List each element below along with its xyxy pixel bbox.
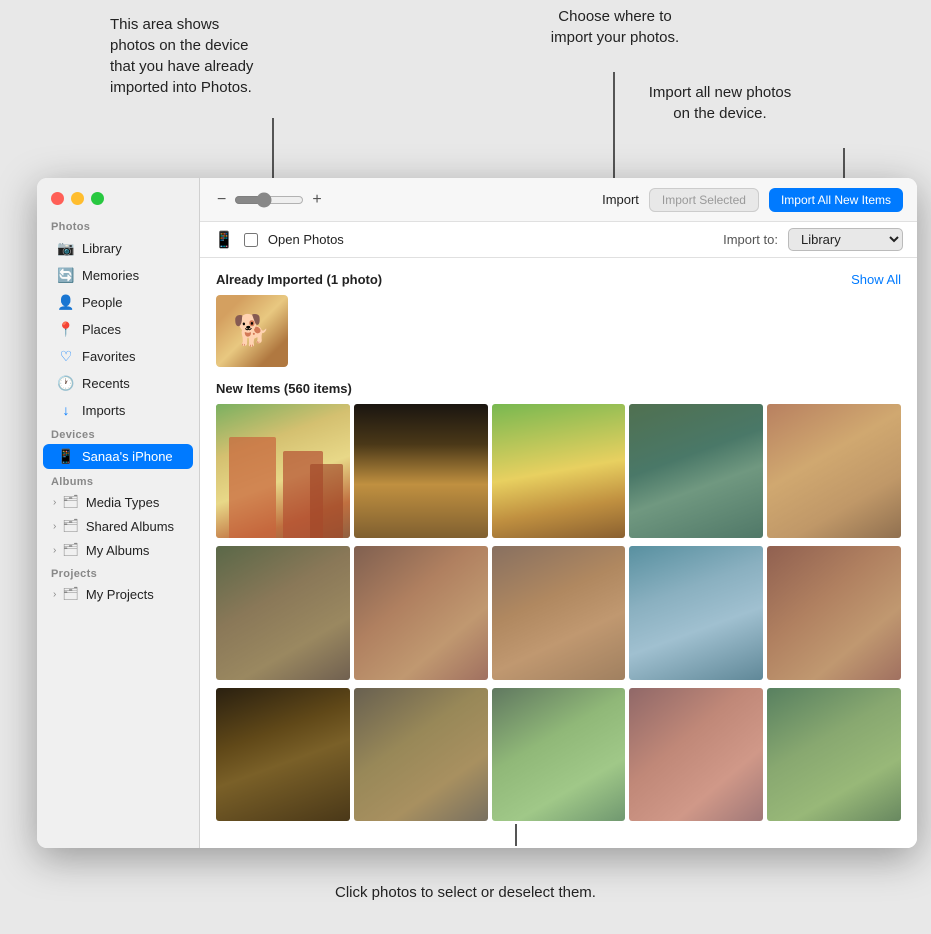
annotation-choose-where: Choose where to import your photos.	[505, 6, 725, 48]
window-controls	[37, 178, 199, 215]
annotation-import-all: Import all new photos on the device.	[600, 82, 840, 124]
zoom-out-button[interactable]: −	[214, 191, 229, 209]
album-icon: 🗂	[62, 542, 79, 558]
sidebar-item-memories[interactable]: 🔄 Memories	[43, 263, 193, 288]
projects-section-label: Projects	[37, 562, 199, 582]
sidebar-item-label: People	[82, 295, 122, 310]
photo-thumb[interactable]	[629, 546, 763, 680]
minimize-button[interactable]	[71, 192, 84, 205]
sidebar-group-my-projects[interactable]: › 🗂 My Projects	[43, 583, 193, 605]
places-icon: 📍	[57, 321, 75, 338]
mac-window: Photos 📷 Library 🔄 Memories 👤 People 📍 P…	[37, 178, 917, 848]
album-icon: 🗂	[62, 518, 79, 534]
already-imported-row	[216, 295, 901, 367]
zoom-slider[interactable]	[234, 192, 304, 208]
albums-section-label: Albums	[37, 470, 199, 490]
already-imported-header: Already Imported (1 photo) Show All	[216, 272, 901, 287]
sidebar-item-label: Places	[82, 322, 121, 337]
sidebar-item-label: Library	[82, 241, 122, 256]
sidebar-item-label: Recents	[82, 376, 130, 391]
photo-thumb[interactable]	[629, 688, 763, 822]
main-content: − + Import Import Selected Import All Ne…	[200, 178, 917, 848]
library-icon: 📷	[57, 240, 75, 257]
close-button[interactable]	[51, 192, 64, 205]
album-icon: 🗂	[62, 494, 79, 510]
chevron-icon: ›	[53, 545, 56, 556]
sidebar-item-label: Favorites	[82, 349, 135, 364]
recents-icon: 🕐	[57, 375, 75, 392]
devices-section-label: Devices	[37, 423, 199, 443]
photos-section-label: Photos	[37, 215, 199, 235]
iphone-icon: 📱	[57, 448, 75, 465]
photo-thumb[interactable]	[492, 404, 626, 538]
sidebar-group-my-albums[interactable]: › 🗂 My Albums	[43, 539, 193, 561]
import-to-select[interactable]: Library My Albums	[788, 228, 903, 251]
photo-thumb[interactable]	[767, 404, 901, 538]
new-items-title: New Items (560 items)	[216, 381, 352, 396]
photo-thumb[interactable]	[492, 688, 626, 822]
photo-thumb[interactable]	[216, 404, 350, 538]
import-label: Import	[602, 192, 639, 207]
sidebar-item-places[interactable]: 📍 Places	[43, 317, 193, 342]
already-imported-title: Already Imported (1 photo)	[216, 272, 382, 287]
open-photos-label[interactable]: Open Photos	[268, 232, 344, 247]
group-label: Media Types	[86, 495, 159, 510]
annotation-line-right2	[843, 148, 845, 181]
sidebar-item-favorites[interactable]: ♡ Favorites	[43, 344, 193, 369]
toolbar: − + Import Import Selected Import All Ne…	[200, 178, 917, 222]
dog-photo-thumbnail[interactable]	[216, 295, 288, 367]
photo-thumb[interactable]	[492, 546, 626, 680]
photo-thumb[interactable]	[354, 546, 488, 680]
sidebar-item-library[interactable]: 📷 Library	[43, 236, 193, 261]
sidebar-item-sanaas-iphone[interactable]: 📱 Sanaa's iPhone	[43, 444, 193, 469]
device-phone-icon: 📱	[214, 230, 234, 250]
sidebar-item-label: Imports	[82, 403, 125, 418]
photo-thumb[interactable]	[629, 404, 763, 538]
sidebar-group-media-types[interactable]: › 🗂 Media Types	[43, 491, 193, 513]
chevron-icon: ›	[53, 521, 56, 532]
favorites-icon: ♡	[57, 348, 75, 365]
photo-grid-row3	[216, 688, 901, 822]
open-photos-checkbox[interactable]	[244, 233, 258, 247]
group-label: Shared Albums	[86, 519, 174, 534]
annotation-line-left	[272, 118, 274, 181]
group-label: My Albums	[86, 543, 150, 558]
photo-grid-row1	[216, 404, 901, 538]
photo-thumb[interactable]	[354, 688, 488, 822]
zoom-in-button[interactable]: +	[309, 191, 324, 209]
zoom-controls: − +	[214, 191, 592, 209]
sidebar-item-recents[interactable]: 🕐 Recents	[43, 371, 193, 396]
photo-thumb[interactable]	[216, 688, 350, 822]
sidebar-item-people[interactable]: 👤 People	[43, 290, 193, 315]
photo-thumb[interactable]	[216, 546, 350, 680]
people-icon: 👤	[57, 294, 75, 311]
scroll-area[interactable]: Already Imported (1 photo) Show All New …	[200, 258, 917, 848]
photo-grid-row2	[216, 546, 901, 680]
import-all-button[interactable]: Import All New Items	[769, 188, 903, 212]
chevron-icon: ›	[53, 589, 56, 600]
project-icon: 🗂	[62, 586, 79, 602]
bottom-annotation: Click photos to select or deselect them.	[335, 882, 596, 905]
sidebar-item-label: Memories	[82, 268, 139, 283]
new-items-header: New Items (560 items)	[216, 381, 901, 396]
sidebar-item-imports[interactable]: ↓ Imports	[43, 398, 193, 422]
import-selected-button[interactable]: Import Selected	[649, 188, 759, 212]
maximize-button[interactable]	[91, 192, 104, 205]
memories-icon: 🔄	[57, 267, 75, 284]
photo-thumb[interactable]	[354, 404, 488, 538]
show-all-link[interactable]: Show All	[851, 272, 901, 287]
group-label: My Projects	[86, 587, 154, 602]
photo-thumb[interactable]	[767, 688, 901, 822]
photo-thumb[interactable]	[767, 546, 901, 680]
annotation-line-right1	[613, 72, 615, 182]
sidebar-item-label: Sanaa's iPhone	[82, 449, 173, 464]
import-to-label: Import to:	[723, 232, 778, 247]
sidebar: Photos 📷 Library 🔄 Memories 👤 People 📍 P…	[37, 178, 200, 848]
sidebar-group-shared-albums[interactable]: › 🗂 Shared Albums	[43, 515, 193, 537]
imports-icon: ↓	[57, 402, 75, 418]
annotation-already-imported: This area shows photos on the device tha…	[110, 14, 390, 98]
sub-toolbar: 📱 Open Photos Import to: Library My Albu…	[200, 222, 917, 258]
chevron-icon: ›	[53, 497, 56, 508]
